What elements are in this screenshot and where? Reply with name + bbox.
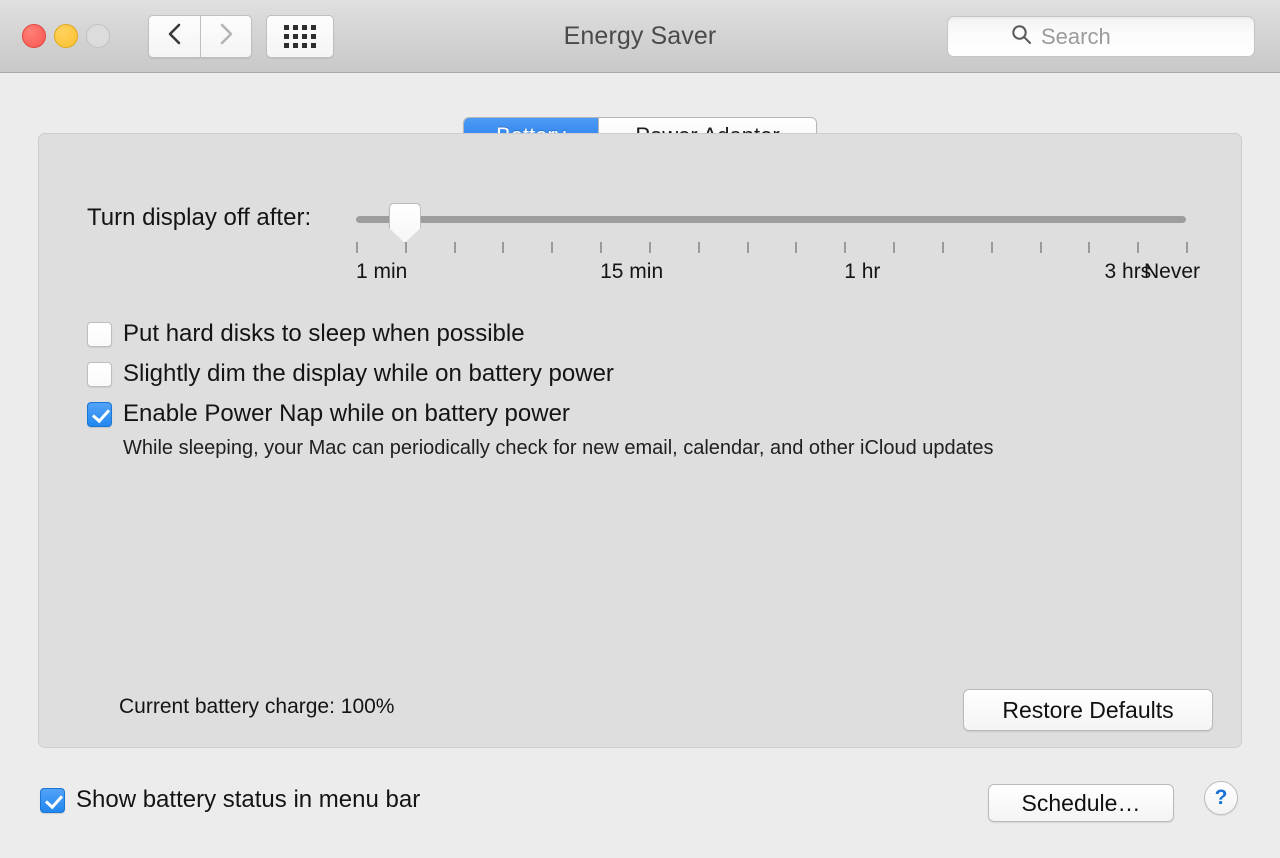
option-label-slightly-dim-display: Slightly dim the display while on batter… xyxy=(123,360,614,387)
slider-tick xyxy=(795,242,798,253)
slider-tick xyxy=(1137,242,1140,253)
search-icon xyxy=(1011,24,1032,50)
search-input[interactable] xyxy=(1041,23,1191,50)
slider-tick xyxy=(893,242,896,253)
schedule-button[interactable]: Schedule… xyxy=(988,784,1174,822)
slider-tick xyxy=(1186,242,1188,253)
power-nap-description: While sleeping, your Mac can periodicall… xyxy=(123,437,994,459)
slider-tick-labels: 1 min 15 min 1 hr 3 hrs Never xyxy=(356,260,1200,286)
option-row-put-hard-disks-to-sleep[interactable]: Put hard disks to sleep when possible xyxy=(87,319,993,349)
slider-tick xyxy=(1088,242,1091,253)
settings-panel: Turn display off after: 1 min 15 min 1 hr 3… xyxy=(38,133,1242,748)
slider-tick xyxy=(404,242,407,253)
restore-defaults-button[interactable]: Restore Defaults xyxy=(963,689,1213,731)
slider-tick xyxy=(990,242,993,253)
slider-track[interactable] xyxy=(356,216,1186,223)
checkbox-put-hard-disks-to-sleep[interactable] xyxy=(87,322,112,347)
help-button[interactable]: ? xyxy=(1204,781,1238,815)
slider-tick xyxy=(648,242,651,253)
options-list: Put hard disks to sleep when possible Sl… xyxy=(87,319,993,460)
slider-tick xyxy=(600,242,603,253)
checkbox-show-battery-status[interactable] xyxy=(40,787,65,813)
slider-tick-marks xyxy=(356,242,1188,254)
slider-tick xyxy=(844,242,847,253)
checkbox-slightly-dim-display[interactable] xyxy=(87,362,112,387)
slider-tick-label: Never xyxy=(1143,260,1200,283)
slider-tick xyxy=(453,242,456,253)
slider-tick-label: 15 min xyxy=(600,260,664,283)
search-field[interactable] xyxy=(947,16,1255,57)
energy-saver-window: Energy Saver Battery Power Adapter Turn … xyxy=(0,0,1280,858)
checkbox-enable-power-nap[interactable] xyxy=(87,402,112,427)
option-row-slightly-dim-display[interactable]: Slightly dim the display while on batter… xyxy=(87,359,993,389)
slider-tick xyxy=(941,242,944,253)
slider-tick xyxy=(697,242,700,253)
slider-tick xyxy=(746,242,749,253)
window-toolbar: Energy Saver xyxy=(0,0,1280,73)
display-sleep-slider[interactable] xyxy=(356,203,1186,243)
option-label-put-hard-disks-to-sleep: Put hard disks to sleep when possible xyxy=(123,320,525,347)
battery-charge-status: Current battery charge: 100% xyxy=(119,695,395,718)
slider-tick-label: 1 hr xyxy=(844,260,881,283)
slider-tick xyxy=(551,242,554,253)
slider-tick xyxy=(502,242,505,253)
option-label-enable-power-nap: Enable Power Nap while on battery power xyxy=(123,400,570,427)
option-row-enable-power-nap[interactable]: Enable Power Nap while on battery power xyxy=(87,399,993,429)
slider-tick xyxy=(356,242,358,253)
slider-thumb[interactable] xyxy=(388,203,421,243)
show-battery-status-row[interactable]: Show battery status in menu bar xyxy=(40,787,420,813)
slider-tick xyxy=(1039,242,1042,253)
label-show-battery-status: Show battery status in menu bar xyxy=(76,786,421,813)
slider-tick-label: 1 min xyxy=(356,260,408,283)
display-sleep-label: Turn display off after: xyxy=(87,204,312,231)
